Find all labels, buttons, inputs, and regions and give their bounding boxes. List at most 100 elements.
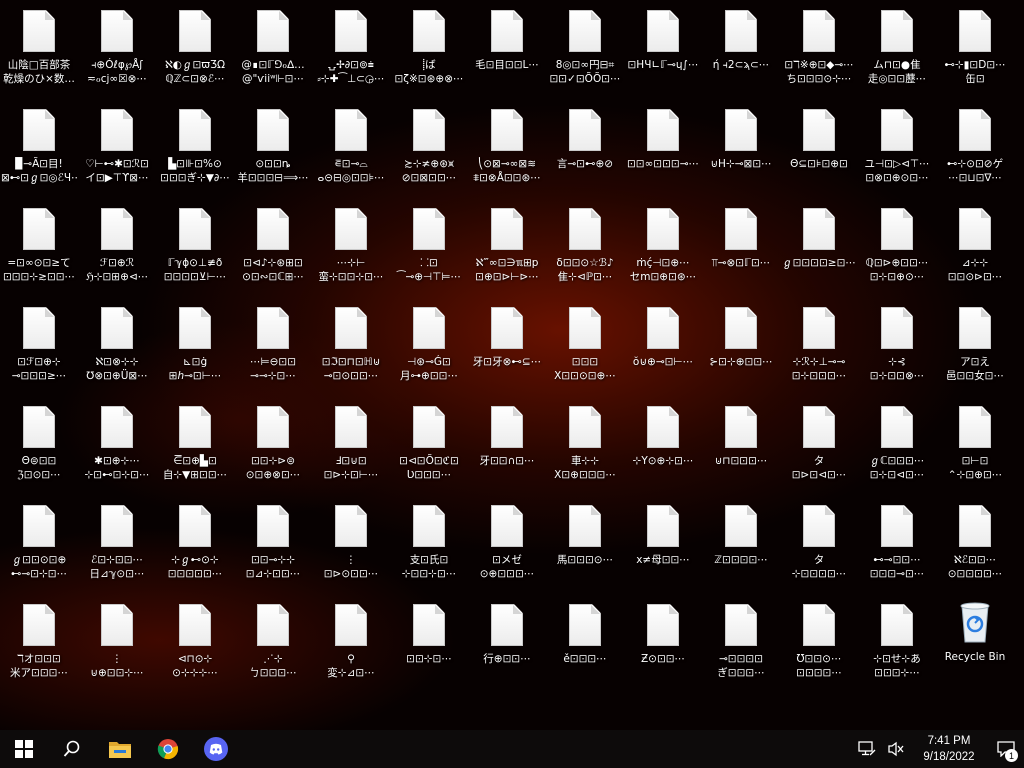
desktop-file-icon[interactable]: ℵ◐ℊ⊡ϖƷΩ ℚℤ⊂⊡⊗ℰ⋯ bbox=[156, 6, 234, 102]
desktop-file-icon[interactable]: ユ⊣⊡▷⊲⊤⋯ ⊡⊗⊡⊕⊙⊡⋯ bbox=[858, 105, 936, 201]
desktop-file-icon[interactable]: ℸオ⊡⊡⊡ 米ア⊡⊡⊡⋯ bbox=[0, 600, 78, 696]
desktop-file-icon[interactable]: Θ⊜⊡⊡ ℨ⊡⊙⊡⋯ bbox=[0, 402, 78, 498]
start-button[interactable] bbox=[0, 730, 48, 768]
desktop-file-icon[interactable]: ⊹ℛ⊹⊥⊸⊸ ⊡⊹⊡⊡⊡⋯ bbox=[780, 303, 858, 399]
desktop-file-icon[interactable]: 毛⊡目⊡⊡L⋯ bbox=[468, 6, 546, 102]
desktop-file-icon[interactable]: ⊣⊛⊸Ǵ⊡ 月⊶⊕⊡⊡⋯ bbox=[390, 303, 468, 399]
desktop-file-icon[interactable]: ⊍⊓⊡⊡⊡⋯ bbox=[702, 402, 780, 498]
desktop-file-icon[interactable]: ⋮ ⊍⊕⊡⊡⊹⋯ bbox=[78, 600, 156, 696]
desktop-file-icon[interactable]: ⊡⊲♪⊹⊛⊞⊡ ⊙⊡∾⊡ℂ⊞⋯ bbox=[234, 204, 312, 300]
taskbar-clock[interactable]: 7:41 PM 9/18/2022 bbox=[910, 733, 988, 765]
desktop-file-icon[interactable]: 馬⊡⊡⊡⊙⋯ bbox=[546, 501, 624, 597]
desktop-file-icon[interactable]: ⊷⊹▮⊡D⊡⋯ 缶⊡ bbox=[936, 6, 1014, 102]
desktop-file-icon[interactable]: Θ⊆⊡⊧⊡⊕⊡ bbox=[780, 105, 858, 201]
desktop-file-icon[interactable]: ⊹⊰ ⊡⊹⊡⊡⊗⋯ bbox=[858, 303, 936, 399]
desktop-file-icon[interactable]: ⊡⊡⊸⊹⊹ ⊡⊿⊹⊡⊡⋯ bbox=[234, 501, 312, 597]
desktop-file-icon[interactable]: ⊱⊡⊹⊕⊡⊡⋯ bbox=[702, 303, 780, 399]
desktop-file-icon[interactable]: ⋰⊹ ㄅ⊡⊡⊡⋯ bbox=[234, 600, 312, 696]
chrome-button[interactable] bbox=[144, 730, 192, 768]
desktop-file-icon[interactable]: ⊸⊡⊡⊡⊡ ぎ⊡⊡⊡⋯ bbox=[702, 600, 780, 696]
desktop-file-icon[interactable]: ⋯⊨⊖⊡⊡ ⊸⊸⊹⊡⋯ bbox=[234, 303, 312, 399]
desktop-file-icon[interactable]: ℱ⊡⊕ℛ ℌ⊹⊡⊞⊕⊲⋯ bbox=[78, 204, 156, 300]
file-explorer-button[interactable] bbox=[96, 730, 144, 768]
desktop-file-icon[interactable]: x≠母⊡⊡⋯ bbox=[624, 501, 702, 597]
desktop-file-icon[interactable]: ⊙⊡⊡ȵ 羊⊡⊡⊡⊟⟹⋯ bbox=[234, 105, 312, 201]
desktop-file-icon[interactable]: ℚ⊡⊳⊕⊡⊡⋯ ⊡⊹⊡⊕⊙⋯ bbox=[858, 204, 936, 300]
desktop-file-icon[interactable]: ム⊓⊡●隹 走◎⊡⊡藶⋯ bbox=[858, 6, 936, 102]
desktop-file-icon[interactable]: ⊿⊹⊹ ⊡⊡⊙⊳⊡⋯ bbox=[936, 204, 1014, 300]
desktop-file-icon[interactable]: 8◎⊡∞円⊟⌗ ⊡⊡✓⊡ÕÕ⊡⋯ bbox=[546, 6, 624, 102]
volume-button[interactable] bbox=[882, 730, 910, 768]
desktop-file-icon[interactable]: Ⅎ⊡⊍⊡ ⊡⊳⊹⊡⊢⋯ bbox=[312, 402, 390, 498]
recycle-bin-shortcut[interactable]: Recycle Bin bbox=[936, 600, 1014, 696]
desktop-file-icon[interactable]: タ ⊹⊡⊡⊡⊡⋯ bbox=[780, 501, 858, 597]
desktop-file-icon[interactable]: 支⊡氏⊡ ⊹⊡⊡⊹⊡⋯ bbox=[390, 501, 468, 597]
desktop-file-icon[interactable]: ℵ‴∞⊡∋ℼ⊞p ⊡⊕⊡⊳⊢⊳⋯ bbox=[468, 204, 546, 300]
desktop-file-icon[interactable]: ⸽ば ⊡ζ※⊡⊛⊕⊗⋯ bbox=[390, 6, 468, 102]
desktop-file-icon[interactable]: ή ⫞2⊂ϡ⊂⋯ bbox=[702, 6, 780, 102]
desktop-file-icon[interactable]: ℤ⊡⊡⊡⊡⋯ bbox=[702, 501, 780, 597]
desktop-file-icon[interactable]: ⊡HЧ∟ℾ⊸ɥ∫⋯ bbox=[624, 6, 702, 102]
desktop-file-icon[interactable]: ṁḉ⊣⊡⊕⋯ セm⊡⊕⊡⊛⋯ bbox=[624, 204, 702, 300]
desktop-file-icon[interactable]: @∎⊡ℾ⅁ℴ∆… @"ѵiiʷ⊩⊡⋯ bbox=[234, 6, 312, 102]
desktop-file-icon[interactable]: ⋮ ⊡⊳⊙⊡⊡⋯ bbox=[312, 501, 390, 597]
notification-center-button[interactable]: 1 bbox=[988, 730, 1024, 768]
desktop-file-icon[interactable]: ⫪⊸⊗⊡ℾ⊡⋯ bbox=[702, 204, 780, 300]
desktop-file-icon[interactable]: ℊℂ⊡⊡⊡⋯ ⊡⊹⊡⊲⊡⋯ bbox=[858, 402, 936, 498]
desktop-file-icon[interactable]: ŏ⊍⊕⊸⊡⊢⋯ bbox=[624, 303, 702, 399]
desktop-file-icon[interactable]: =⊡∞⊙⊡≥て ⊡⊡⊡⊹≳⊡⊡⋯ bbox=[0, 204, 78, 300]
desktop-file-icon[interactable]: ⊍H⊹⊸⊠⊡⋯ bbox=[702, 105, 780, 201]
desktop-file-icon[interactable]: Ƶ⊙⊡⊡⋯ bbox=[624, 600, 702, 696]
desktop-file-icon[interactable]: ℊ⊡⊡⊡⊡≥⊡⋯ bbox=[780, 204, 858, 300]
desktop-file-icon[interactable]: ⊡ℸ※⊕⊡◆⊸⋯ ち⊡⊡⊡⊙⊹⋯ bbox=[780, 6, 858, 102]
desktop-file-icon[interactable]: ≿⊹≭⊕⊛⩙ ⊘⊡⊠⊡⊡⋯ bbox=[390, 105, 468, 201]
desktop-file-icon[interactable]: ⊡⊡⊹⊳⊜ ⊙⊡⊕⊗⊡⋯ bbox=[234, 402, 312, 498]
desktop-file-icon[interactable]: ⊡⊲⊡Õ⊡ℭ⊡ Ʋ⊡⊡⊡⋯ bbox=[390, 402, 468, 498]
desktop-file-icon[interactable]: ⊡ℑ⊡⊓⊡ℍ⊍ ⊸⊡⊙⊡⊡⋯ bbox=[312, 303, 390, 399]
desktop-file-icon[interactable]: ⍽✢∂⊡⊚⩧ ⸗⊹✚⁀⊥⊂◶⋯ bbox=[312, 6, 390, 102]
search-button[interactable] bbox=[48, 730, 96, 768]
desktop-file-icon[interactable]: 山陰□百部茶 乾燥のひ×数… bbox=[0, 6, 78, 102]
desktop-file-icon[interactable]: ⎝⊙⊠⊸∞⊠≋ ⩨⊡⊗Å⊡⊡⊛⋯ bbox=[468, 105, 546, 201]
desktop-file-icon[interactable]: ⊡メゼ ⊙⊕⊡⊡⊡⋯ bbox=[468, 501, 546, 597]
desktop-file-icon[interactable]: ▉⊸Ã⊡目! ⊠⊷⊡ℊ⊡◎ℰЧ⋯ bbox=[0, 105, 78, 201]
desktop-file-icon[interactable]: ℰ⊡⊹⊡⊡⋯ 日⊿ℽ⊙⊡⋯ bbox=[78, 501, 156, 597]
desktop-file-icon[interactable]: ℾℽϕ⊙⊥≢ð ⊡⊡⊡⊡⊻⊢⋯ bbox=[156, 204, 234, 300]
desktop-file-icon[interactable]: 車⊹⊹ X⊡⊕⊡⊡⊡⋯ bbox=[546, 402, 624, 498]
desktop-file-icon[interactable]: ℊ⊡⊡⊙⊡⊕ ⊷⊸⊡⊹⊡⋯ bbox=[0, 501, 78, 597]
desktop-file-icon[interactable]: ⫞⊕Óℓφ℘Åʃ ≂ℴⅽϳ∞☒⊗⋯ bbox=[78, 6, 156, 102]
desktop-file-icon[interactable]: ▙⊡⊪⊡%⊙ ⊡⊡⊡ぎ⊹▼∂⋯ bbox=[156, 105, 234, 201]
desktop-file-icon[interactable]: ⋷⊡⊸⌓ ⴰ⊝⊟◎⊡⊡⊧⋯ bbox=[312, 105, 390, 201]
desktop-file-icon[interactable]: ⋯⊹⊢ 蛮⊹⊡⊡⊹⊡⋯ bbox=[312, 204, 390, 300]
desktop-file-icon[interactable]: ⸬⊡ ⁀⊸⊕⊣⊤⊨⋯ bbox=[390, 204, 468, 300]
desktop-file-icon[interactable]: ℵ⊡⊗⊹⊹ ℧⊗⊡⊕Ü⊠⋯ bbox=[78, 303, 156, 399]
desktop-file-icon[interactable]: ア⊡え 邑⊡⊡女⊡⋯ bbox=[936, 303, 1014, 399]
desktop-file-icon[interactable]: ⊡⊢⊡ ⌃⊹⊡⊕⊡⋯ bbox=[936, 402, 1014, 498]
desktop-file-icon[interactable]: ⊲⊓⊙⊹ ⊙⊹⊹⊹⋯ bbox=[156, 600, 234, 696]
desktop-file-icon[interactable]: ⊹ℊ⊷⊙⊹ ⊡⊡⊡⊡⊡⋯ bbox=[156, 501, 234, 597]
desktop-file-icon[interactable]: 言⊸⊡⊷⊕⊘ bbox=[546, 105, 624, 201]
desktop-file-icon[interactable]: ⊡ℱ⊡⊕⊹ ⊸⊡⊡⊡≥⋯ bbox=[0, 303, 78, 399]
desktop-file-icon[interactable]: 牙⊡牙⊗⊷⊆⋯ bbox=[468, 303, 546, 399]
desktop-file-icon[interactable]: ⊡⊡⊡ X⊡⊡⊙⊡⊕⋯ bbox=[546, 303, 624, 399]
desktop-file-icon[interactable]: ⊷⊸⊡⊡⋯ ⊡⊡⊡⊸⊡⋯ bbox=[858, 501, 936, 597]
desktop-file-icon[interactable]: ⊾⊡ġ ⊞ℎ⊸⊡⊢⋯ bbox=[156, 303, 234, 399]
desktop-file-icon[interactable]: ⊡⊡∞⊡⊡⊡⊸⋯ bbox=[624, 105, 702, 201]
desktop-file-icon[interactable]: ⋶⊡⊕▙⊡ 自⊹▼⊞⊡⊡⋯ bbox=[156, 402, 234, 498]
desktop-file-icon[interactable]: ✱⊡⊕⊹⋯ ⊹⊡⊷⊡⊹⊡⋯ bbox=[78, 402, 156, 498]
desktop-file-icon[interactable]: ⊡⊡⊹⊡⋯ bbox=[390, 600, 468, 696]
desktop-file-icon[interactable]: ⊹⊡せ⊹あ ⊡⊡⊡⊹⋯ bbox=[858, 600, 936, 696]
desktop-file-icon[interactable]: ⚲ 変⊹⊿⊡⋯ bbox=[312, 600, 390, 696]
discord-button[interactable] bbox=[192, 730, 240, 768]
desktop-file-icon[interactable]: ♡⊢⊷✱⊡ℛ⊡ イ⊡▶⊤ϒ⊠⋯ bbox=[78, 105, 156, 201]
desktop-file-icon[interactable]: Ʊ⊡⊡⊙⋯ ⊡⊡⊡⊡⋯ bbox=[780, 600, 858, 696]
desktop-file-icon[interactable]: ℵℰ⊡⊡⋯ ⊙⊡⊡⊡⊡⋯ bbox=[936, 501, 1014, 597]
desktop-file-icon[interactable]: ⊷⊹⊙⊡⊘ゲ ⋯⊡⊔⊡∇⋯ bbox=[936, 105, 1014, 201]
desktop-file-icon[interactable]: 牙⊡⊡∩⊡⋯ bbox=[468, 402, 546, 498]
desktop-file-icon[interactable]: 行⊕⊡⊡⋯ bbox=[468, 600, 546, 696]
network-status-button[interactable] bbox=[852, 730, 882, 768]
desktop-file-icon[interactable]: ě⊡⊡⊡⋯ bbox=[546, 600, 624, 696]
desktop-file-icon[interactable]: タ ⊡⊳⊡⊲⊡⋯ bbox=[780, 402, 858, 498]
desktop-file-icon[interactable]: δ⊡⊡⊙☆ℬ♪ 隹⊹⊲ℙ⊡⋯ bbox=[546, 204, 624, 300]
desktop-file-icon[interactable]: ⊹Y⊙⊕⊹⊡⋯ bbox=[624, 402, 702, 498]
